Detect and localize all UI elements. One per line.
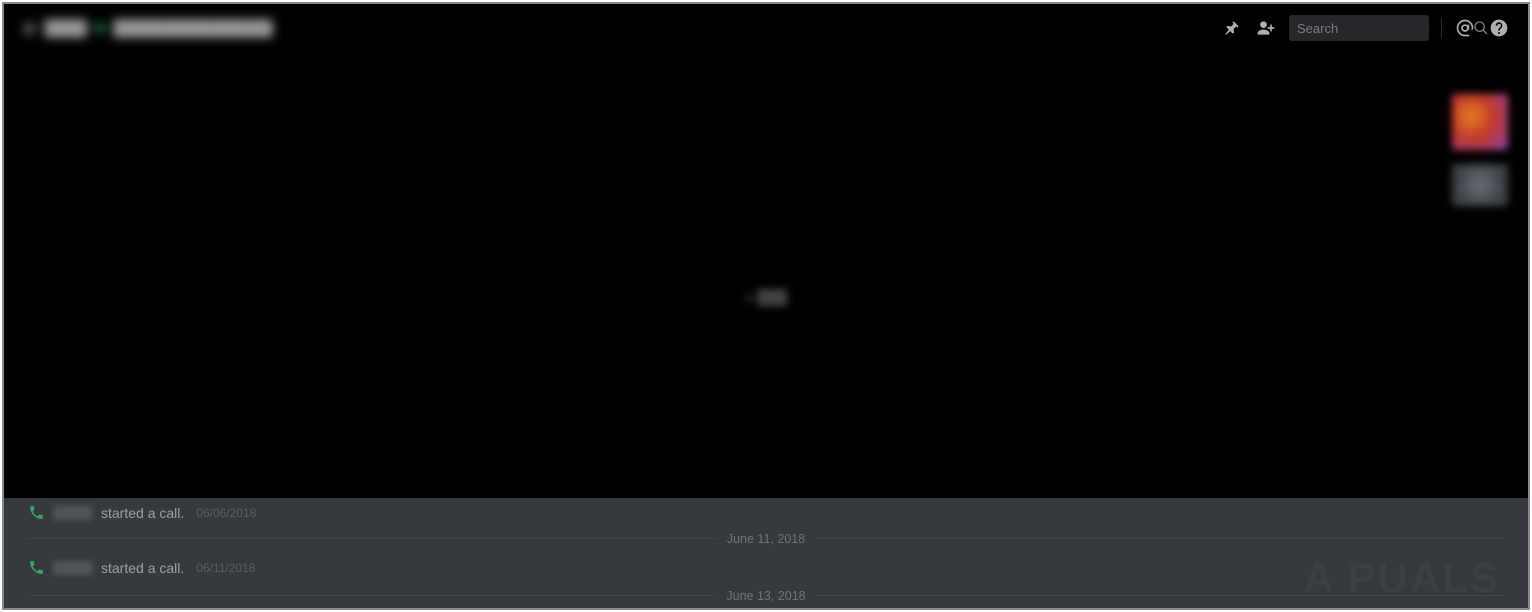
header-bar: @ ████ ███████████████ <box>4 4 1528 52</box>
message-log: started a call. 06/06/2018 June 11, 2018… <box>4 498 1528 608</box>
phone-icon <box>28 559 45 576</box>
timestamp: 06/06/2018 <box>196 506 256 520</box>
author-name-blurred <box>53 506 93 520</box>
participant-tile[interactable] <box>1452 164 1508 206</box>
help-icon[interactable] <box>1485 14 1513 42</box>
phone-icon <box>28 504 45 521</box>
participant-tile[interactable] <box>1452 94 1508 150</box>
status-dot-icon <box>95 23 105 33</box>
call-event-text: started a call. <box>101 560 184 576</box>
call-center-blurred-text: ● ███ <box>745 289 787 305</box>
date-divider-label: June 11, 2018 <box>717 532 815 546</box>
date-divider-label: June 13, 2018 <box>716 589 815 603</box>
add-friend-icon[interactable] <box>1252 14 1280 42</box>
call-event-row: started a call. 06/06/2018 <box>4 498 1528 529</box>
pin-icon[interactable] <box>1218 14 1246 42</box>
participants-strip <box>1452 94 1508 220</box>
call-event-row: started a call. 06/11/2018 <box>4 553 1528 584</box>
mentions-icon[interactable] <box>1451 14 1479 42</box>
date-divider: June 13, 2018 <box>28 586 1504 604</box>
timestamp: 06/11/2018 <box>196 561 255 575</box>
author-name-blurred <box>53 561 93 575</box>
call-video-area: ● ███ <box>4 52 1528 498</box>
channel-title-blurred: @ ████ ███████████████ <box>22 20 273 37</box>
search-input[interactable] <box>1297 21 1473 36</box>
search-input-wrap[interactable] <box>1289 15 1429 41</box>
watermark-brand: A PUALS <box>1303 554 1500 602</box>
date-divider: June 11, 2018 <box>28 529 1504 547</box>
call-event-text: started a call. <box>101 505 184 521</box>
app-frame: @ ████ ███████████████ <box>2 2 1530 610</box>
vertical-divider <box>1441 17 1442 39</box>
